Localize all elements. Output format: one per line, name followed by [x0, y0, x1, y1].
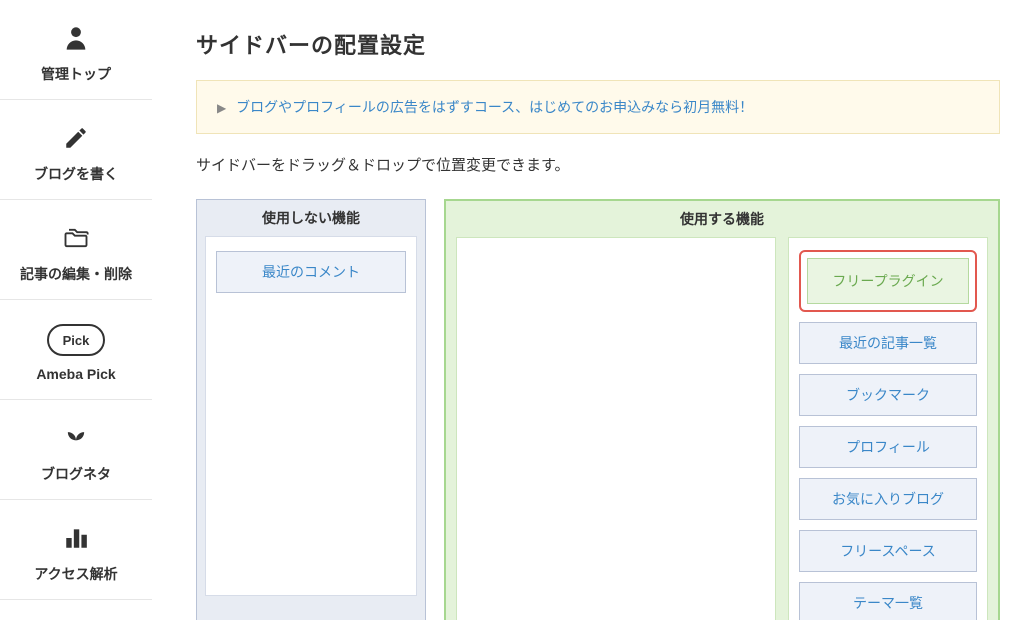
module-profile[interactable]: プロフィール	[799, 426, 977, 468]
main-content: サイドバーの配置設定 ▶ ブログやプロフィールの広告をはずすコース、はじめてのお…	[152, 0, 1024, 620]
svg-text:Pick: Pick	[63, 333, 91, 348]
bar-chart-icon	[62, 516, 90, 560]
promo-notice-link[interactable]: ブログやプロフィールの広告をはずすコース、はじめてのお申込みなら初月無料！	[236, 99, 753, 115]
sidebar-item-blog-neta[interactable]: ブログネタ	[0, 400, 152, 500]
sprout-icon	[62, 416, 90, 460]
sidebar: 管理トップ ブログを書く 記事の編集・削除 Pick Ameba Pick ブロ…	[0, 0, 152, 620]
sidebar-item-analytics[interactable]: アクセス解析	[0, 500, 152, 600]
module-free-space[interactable]: フリースペース	[799, 530, 977, 572]
sidebar-item-label: Ameba Pick	[36, 366, 115, 382]
page-title: サイドバーの配置設定	[196, 0, 1000, 80]
sidebar-item-edit-delete[interactable]: 記事の編集・削除	[0, 200, 152, 300]
module-free-plugin[interactable]: フリープラグイン	[807, 258, 969, 304]
used-column-right[interactable]: フリープラグイン 最近の記事一覧 ブックマーク プロフィール お気に入りブログ …	[788, 237, 988, 620]
sidebar-item-label: アクセス解析	[34, 564, 117, 584]
promo-notice: ▶ ブログやプロフィールの広告をはずすコース、はじめてのお申込みなら初月無料！	[196, 80, 1000, 134]
module-bookmark[interactable]: ブックマーク	[799, 374, 977, 416]
module-theme-list[interactable]: テーマ一覧	[799, 582, 977, 620]
sidebar-item-label: ブログネタ	[41, 464, 111, 484]
sidebar-item-label: 管理トップ	[41, 64, 111, 84]
unused-drop-zone[interactable]: 最近のコメント	[205, 236, 417, 596]
module-recent-comments[interactable]: 最近のコメント	[216, 251, 406, 293]
sidebar-item-label: ブログを書く	[34, 164, 118, 184]
instruction-text: サイドバーをドラッグ＆ドロップで位置変更できます。	[196, 154, 1000, 175]
module-favorite-blog[interactable]: お気に入りブログ	[799, 478, 977, 520]
sidebar-item-admin-top[interactable]: 管理トップ	[0, 0, 152, 100]
sidebar-item-label: 記事の編集・削除	[20, 264, 132, 284]
pick-badge-icon: Pick	[47, 318, 105, 362]
user-icon	[62, 16, 90, 60]
sidebar-item-ameba-pick[interactable]: Pick Ameba Pick	[0, 300, 152, 400]
pencil-icon	[63, 116, 89, 160]
used-features-panel: 使用する機能 フリープラグイン 最近の記事一覧 ブックマーク プロフィール お気…	[444, 199, 1000, 620]
unused-panel-header: 使用しない機能	[197, 200, 425, 236]
highlighted-module-frame: フリープラグイン	[799, 250, 977, 312]
layout-panels: 使用しない機能 最近のコメント 使用する機能 フリープラグイン 最近の記事一覧 …	[196, 199, 1000, 620]
used-panel-header: 使用する機能	[446, 201, 998, 237]
sidebar-item-write-blog[interactable]: ブログを書く	[0, 100, 152, 200]
folders-icon	[60, 216, 92, 260]
module-recent-articles[interactable]: 最近の記事一覧	[799, 322, 977, 364]
unused-features-panel: 使用しない機能 最近のコメント	[196, 199, 426, 620]
used-column-left[interactable]	[456, 237, 776, 620]
chevron-right-icon: ▶	[217, 101, 226, 115]
